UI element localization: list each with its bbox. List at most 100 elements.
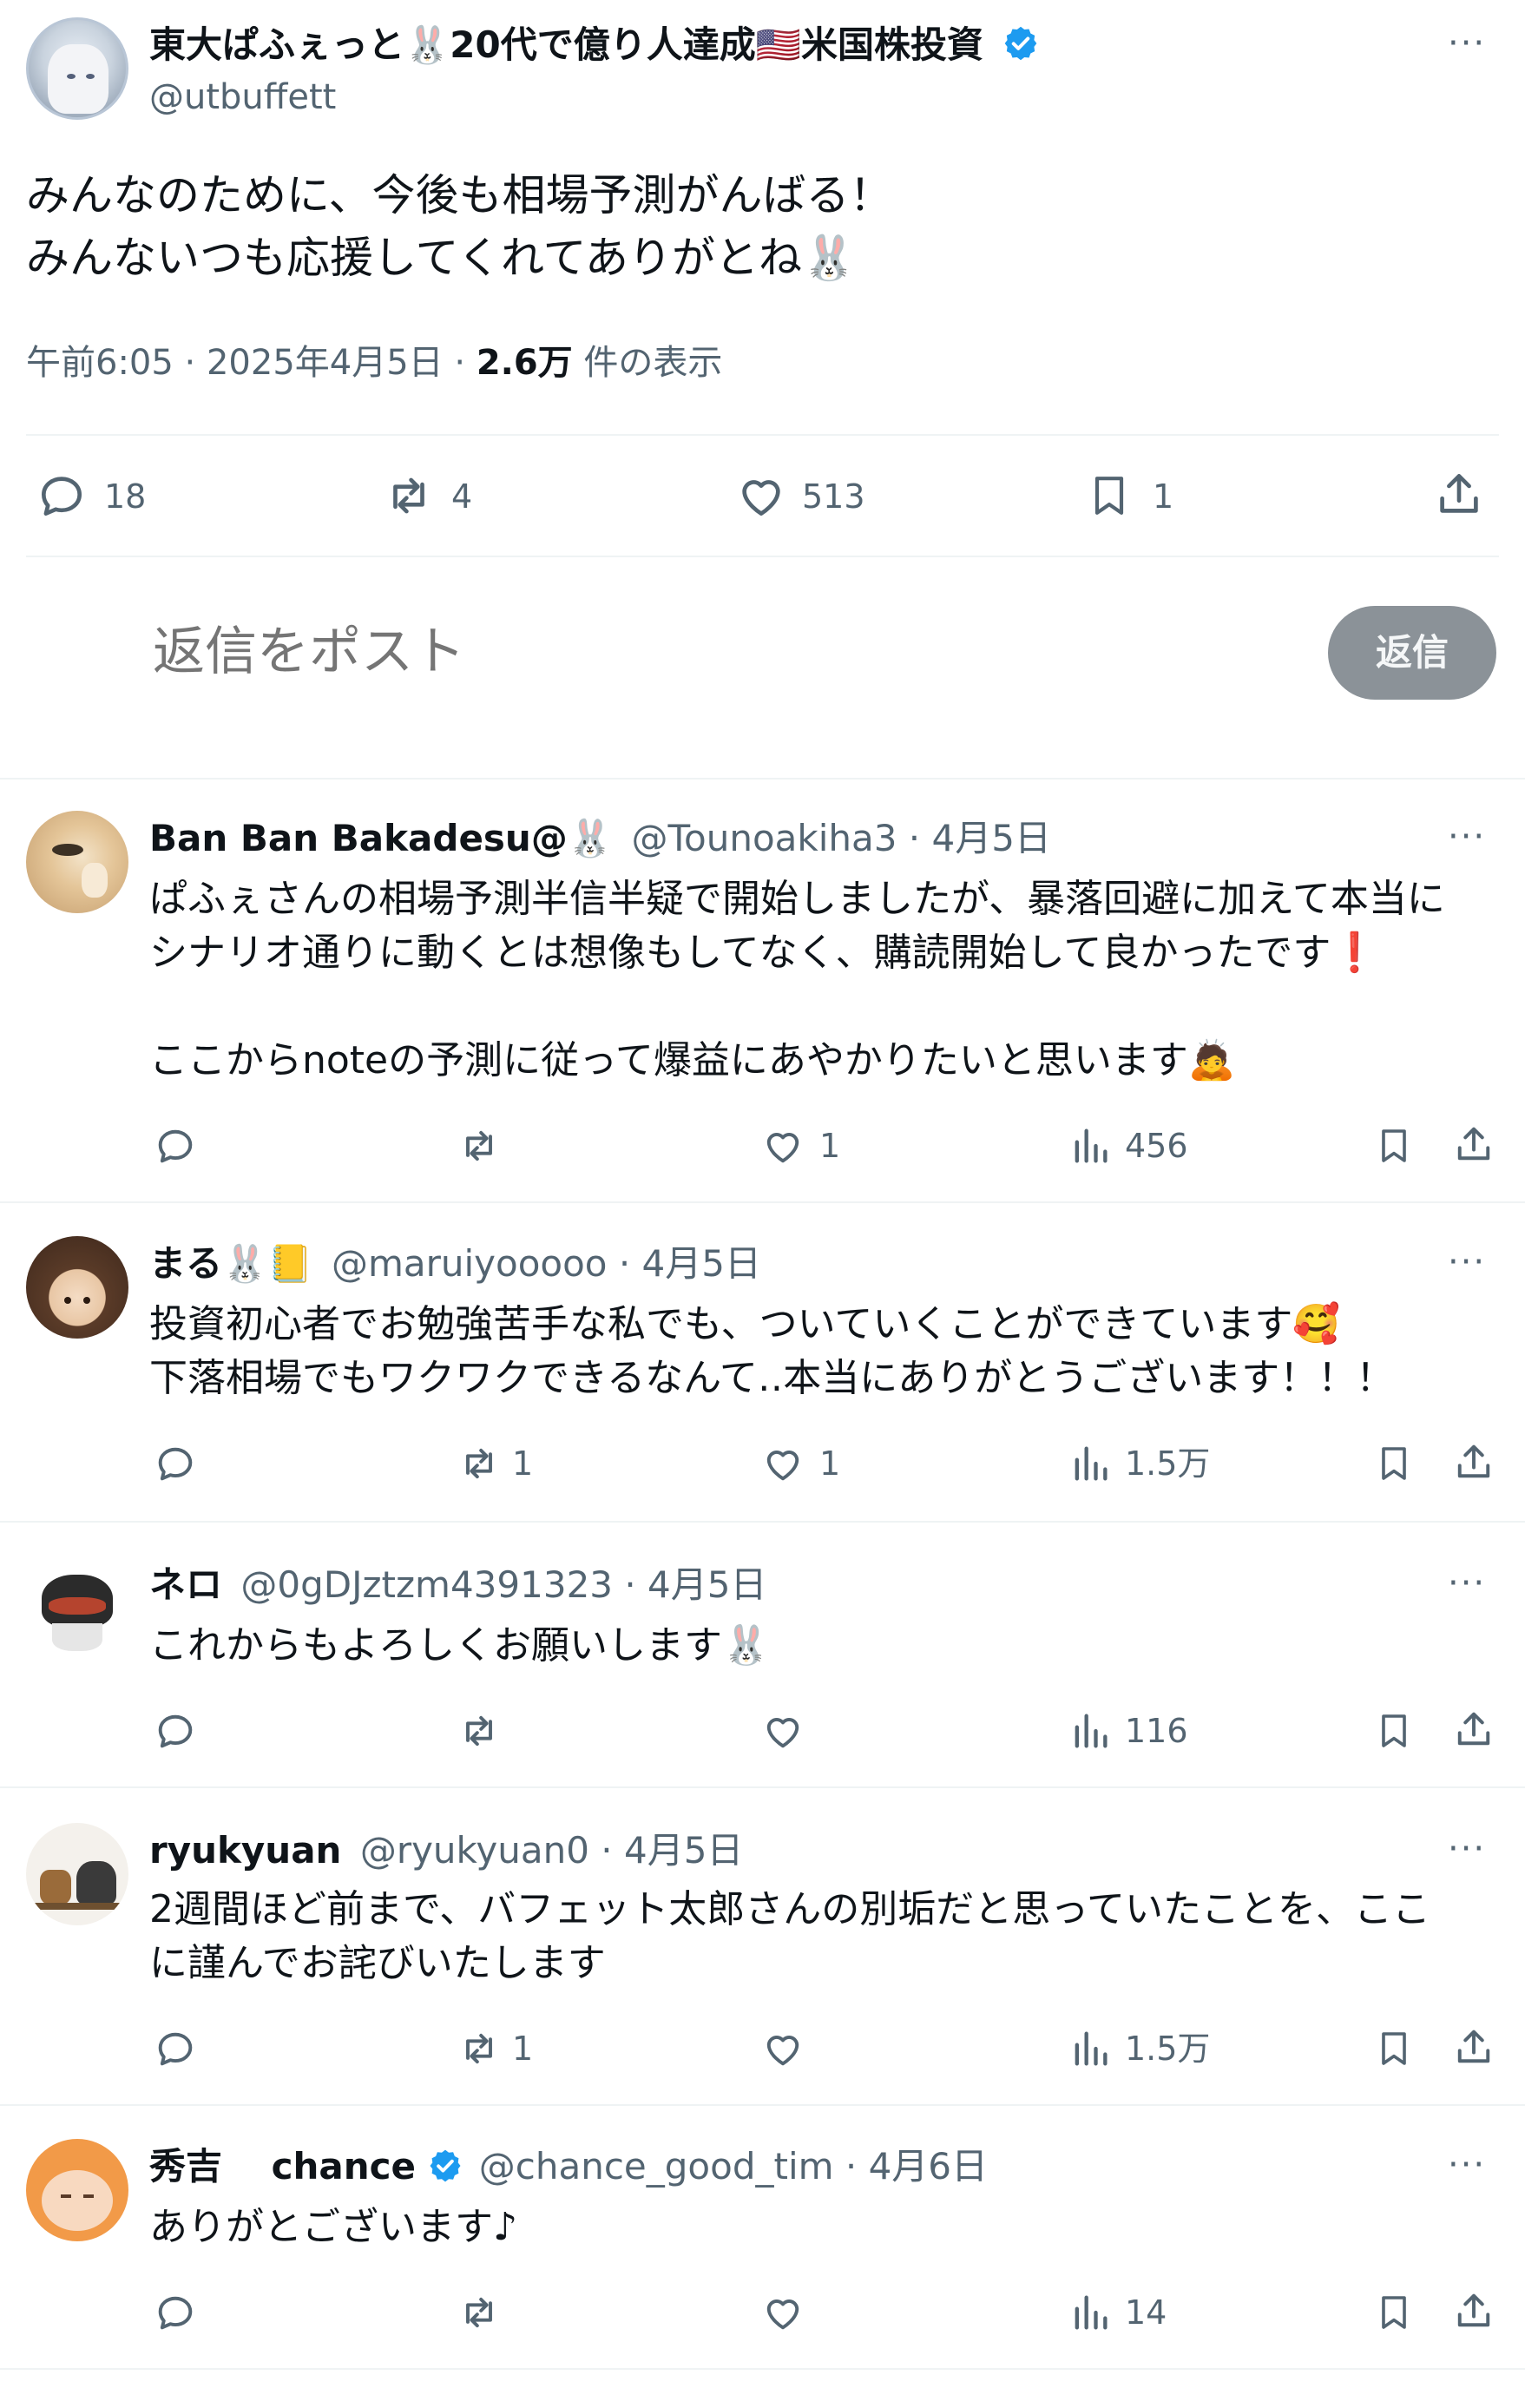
bookmark-icon[interactable] (1373, 2026, 1415, 2071)
bookmark-icon[interactable] (1373, 1441, 1415, 1486)
reply-handle-date[interactable]: @0gDJztzm4391323 · 4月5日 (240, 1563, 766, 1606)
reply-avatar[interactable] (26, 811, 128, 913)
repost-icon[interactable] (455, 2290, 503, 2335)
reply-author-name[interactable]: 秀吉 chance (149, 2145, 416, 2188)
reply-text-line: ぱふぇさんの相場予測半信半疑で開始しましたが、暴落回避に加えて本当に (149, 877, 1445, 921)
divider (0, 1201, 1525, 1203)
share-icon[interactable] (1432, 467, 1486, 521)
like-icon[interactable] (760, 2290, 805, 2335)
reply-author-name[interactable]: Ban Ban Bakadesu@🐰 (149, 817, 613, 859)
views-count: 1.5万 (1125, 1444, 1211, 1483)
repost-count: 1 (512, 2030, 534, 2068)
share-icon[interactable] (1451, 1707, 1496, 1752)
bookmark-icon[interactable] (1373, 1708, 1415, 1753)
like-icon[interactable] (760, 1708, 805, 1753)
like-icon[interactable] (734, 469, 788, 523)
reply-avatar[interactable] (26, 2139, 128, 2241)
divider (0, 2104, 1525, 2106)
views-count: 1.5万 (1125, 2030, 1211, 2068)
like-count: 513 (802, 477, 865, 516)
more-options-icon[interactable]: ··· (1448, 1566, 1486, 1601)
reply-handle-date[interactable]: @ryukyuan0 · 4月5日 (360, 1829, 744, 1872)
bookmark-icon[interactable] (1373, 2290, 1415, 2335)
views-icon[interactable] (1068, 1123, 1113, 1168)
verified-badge-icon (427, 2148, 463, 2184)
reply-text-line: シナリオ通りに動くとは想像もしてなく、購読開始して良かったです❗ (149, 931, 1379, 975)
like-icon[interactable] (760, 1441, 805, 1486)
reply-text-line: ありがとございます♪ (149, 2205, 518, 2249)
author-display-name[interactable]: 東大ぱふぇっと🐰20代で億り人達成🇺🇸米国株投資 (149, 21, 1040, 69)
reply-handle-date[interactable]: @chance_good_tim · 4月6日 (479, 2145, 988, 2188)
repost-icon[interactable] (455, 1123, 503, 1168)
post-timestamp[interactable]: 午前6:05 · 2025年4月5日 · (26, 343, 477, 383)
views-icon[interactable] (1068, 2290, 1113, 2335)
divider (0, 2368, 1525, 2370)
reply-text-line: これからもよろしくお願いします🐰 (149, 1623, 770, 1668)
share-icon[interactable] (1451, 1122, 1496, 1167)
reply-text-line: 投資初心者でお勉強苦手な私でも、ついていくことができています🥰 (149, 1302, 1341, 1346)
reply-icon[interactable] (153, 2290, 198, 2335)
author-avatar[interactable] (26, 17, 128, 120)
reply-button[interactable]: 返信 (1328, 606, 1496, 700)
reply-avatar[interactable] (26, 1823, 128, 1925)
verified-badge-icon (1002, 24, 1040, 63)
reply-icon[interactable] (35, 469, 89, 523)
repost-icon[interactable] (455, 2026, 503, 2071)
reply-header: Ban Ban Bakadesu@🐰 @Tounoakiha3 · 4月5日 (149, 814, 1051, 863)
views-icon[interactable] (1068, 1708, 1113, 1753)
like-count: 1 (819, 1444, 841, 1483)
repost-count: 1 (512, 1444, 534, 1483)
divider (0, 1786, 1525, 1788)
more-options-icon[interactable]: ··· (1448, 2148, 1486, 2182)
author-handle[interactable]: @utbuffett (149, 75, 336, 120)
reply-icon[interactable] (153, 1123, 198, 1168)
reply-text-line: に謹んでお詫びいたします (149, 1941, 606, 1985)
reply-handle-date[interactable]: @maruiyooooo · 4月5日 (332, 1242, 761, 1285)
share-icon[interactable] (1451, 2024, 1496, 2069)
reply-count: 18 (104, 477, 147, 516)
more-options-icon[interactable]: ··· (1448, 1245, 1486, 1280)
share-icon[interactable] (1451, 2288, 1496, 2333)
reply-text-line: ここからnoteの予測に従って爆益にあやかりたいと思います🙇 (149, 1038, 1236, 1082)
reply-handle-date[interactable]: @Tounoakiha3 · 4月5日 (632, 817, 1051, 859)
repost-count: 4 (451, 477, 473, 516)
divider (0, 778, 1525, 780)
reply-avatar[interactable] (26, 1236, 128, 1339)
reply-icon[interactable] (153, 1441, 198, 1486)
bookmark-icon[interactable] (1373, 1123, 1415, 1168)
like-icon[interactable] (760, 1123, 805, 1168)
more-options-icon[interactable]: ··· (1448, 819, 1486, 854)
views-count: 116 (1125, 1712, 1188, 1750)
reply-header: ryukyuan @ryukyuan0 · 4月5日 (149, 1826, 743, 1875)
bookmark-count: 1 (1153, 477, 1174, 516)
reply-text-line: 2週間ほど前まで、バフェット太郎さんの別垢だと思っていたことを、ここ (149, 1887, 1431, 1931)
more-options-icon[interactable]: ··· (1448, 1832, 1486, 1866)
reply-avatar[interactable] (26, 1557, 128, 1660)
views-count: 2.6万 (476, 343, 573, 383)
post-text-line-1: みんなのために、今後も相場予測がんばる！ (26, 170, 893, 220)
views-icon[interactable] (1068, 2026, 1113, 2071)
post-text-line-2: みんないつも応援してくれてありがとね🐰 (26, 233, 857, 283)
more-options-icon[interactable]: ··· (1448, 26, 1486, 61)
post-meta: 午前6:05 · 2025年4月5日 · 2.6万 件の表示 (26, 340, 722, 385)
reply-header: 秀吉 chance @chance_good_tim · 4月6日 (149, 2142, 988, 2191)
reply-icon[interactable] (153, 2026, 198, 2071)
views-count: 14 (1125, 2293, 1167, 2332)
reply-header: まる🐰📒 @maruiyooooo · 4月5日 (149, 1240, 761, 1288)
bookmark-icon[interactable] (1085, 469, 1134, 523)
like-icon[interactable] (760, 2026, 805, 2071)
divider (26, 556, 1499, 557)
reply-composer-input[interactable] (151, 616, 1283, 688)
reply-author-name[interactable]: ryukyuan (149, 1829, 341, 1872)
repost-icon[interactable] (455, 1441, 503, 1486)
share-icon[interactable] (1451, 1439, 1496, 1484)
reply-author-name[interactable]: ネロ (149, 1563, 222, 1606)
views-count: 456 (1125, 1127, 1188, 1165)
reply-icon[interactable] (153, 1708, 198, 1753)
views-icon[interactable] (1068, 1441, 1113, 1486)
views-label: 件の表示 (572, 343, 723, 383)
divider (0, 1521, 1525, 1523)
repost-icon[interactable] (380, 469, 437, 523)
repost-icon[interactable] (455, 1708, 503, 1753)
reply-author-name[interactable]: まる🐰📒 (149, 1242, 313, 1285)
